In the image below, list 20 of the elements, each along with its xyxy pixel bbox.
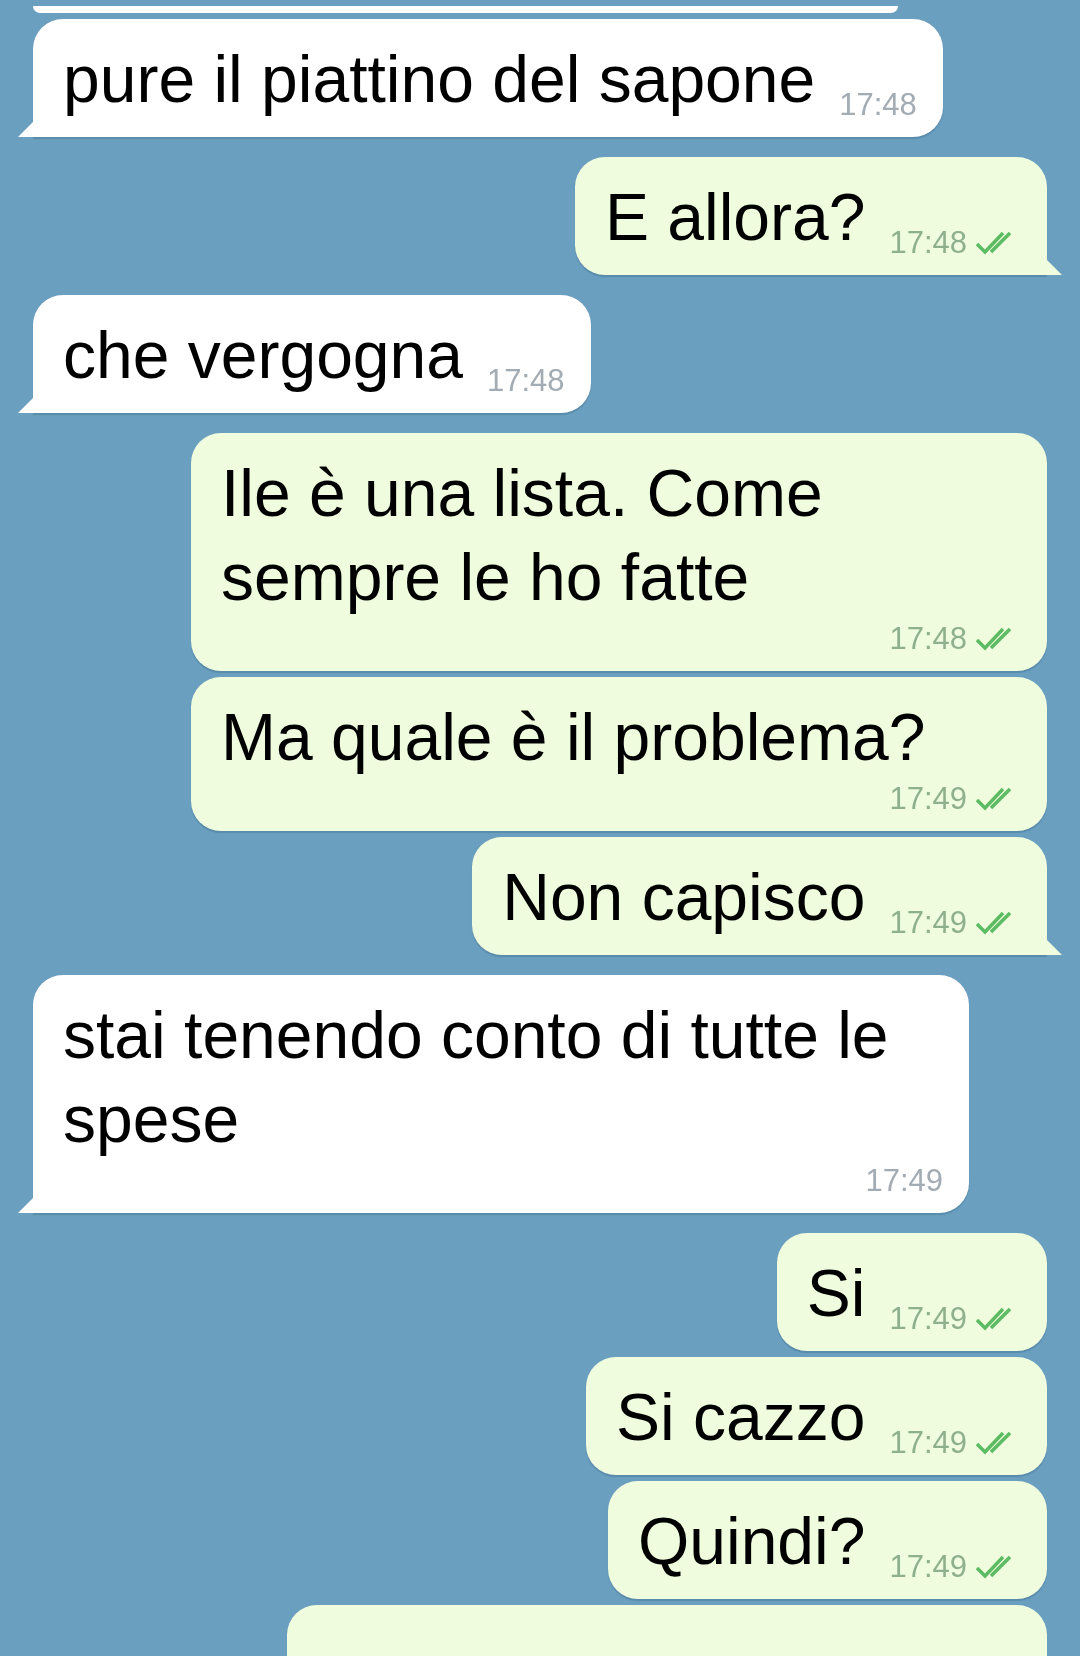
message-text: che vergogna	[63, 317, 463, 394]
message-time: 17:48	[486, 362, 565, 400]
message-text: Si cazzo	[616, 1379, 866, 1456]
message-text: stai tenendo conto di tutte le spese	[63, 997, 890, 1158]
message-time: 17:49	[889, 780, 967, 818]
message-text: E allora?	[604, 179, 866, 256]
message-time: 17:48	[839, 86, 917, 124]
message-text: pure il piattino del sapone	[63, 41, 816, 118]
message-time: 17:48	[889, 620, 967, 658]
message-time: 17:48	[889, 224, 967, 262]
message-time: 17:49	[889, 1424, 967, 1462]
message-time: 17:49	[889, 1548, 967, 1586]
message-text: Ile è una lista. Come sempre le ho fatte	[221, 455, 824, 616]
message-time: 17:49	[865, 1162, 943, 1200]
message-text: Ma quale è il problema?	[221, 699, 926, 776]
message-text: Non capisco	[502, 859, 866, 936]
message-text: Si	[806, 1255, 866, 1332]
message-time: 17:49	[889, 904, 967, 942]
message-time: 17:49	[889, 1300, 967, 1338]
message-text: Quindi?	[637, 1503, 866, 1580]
